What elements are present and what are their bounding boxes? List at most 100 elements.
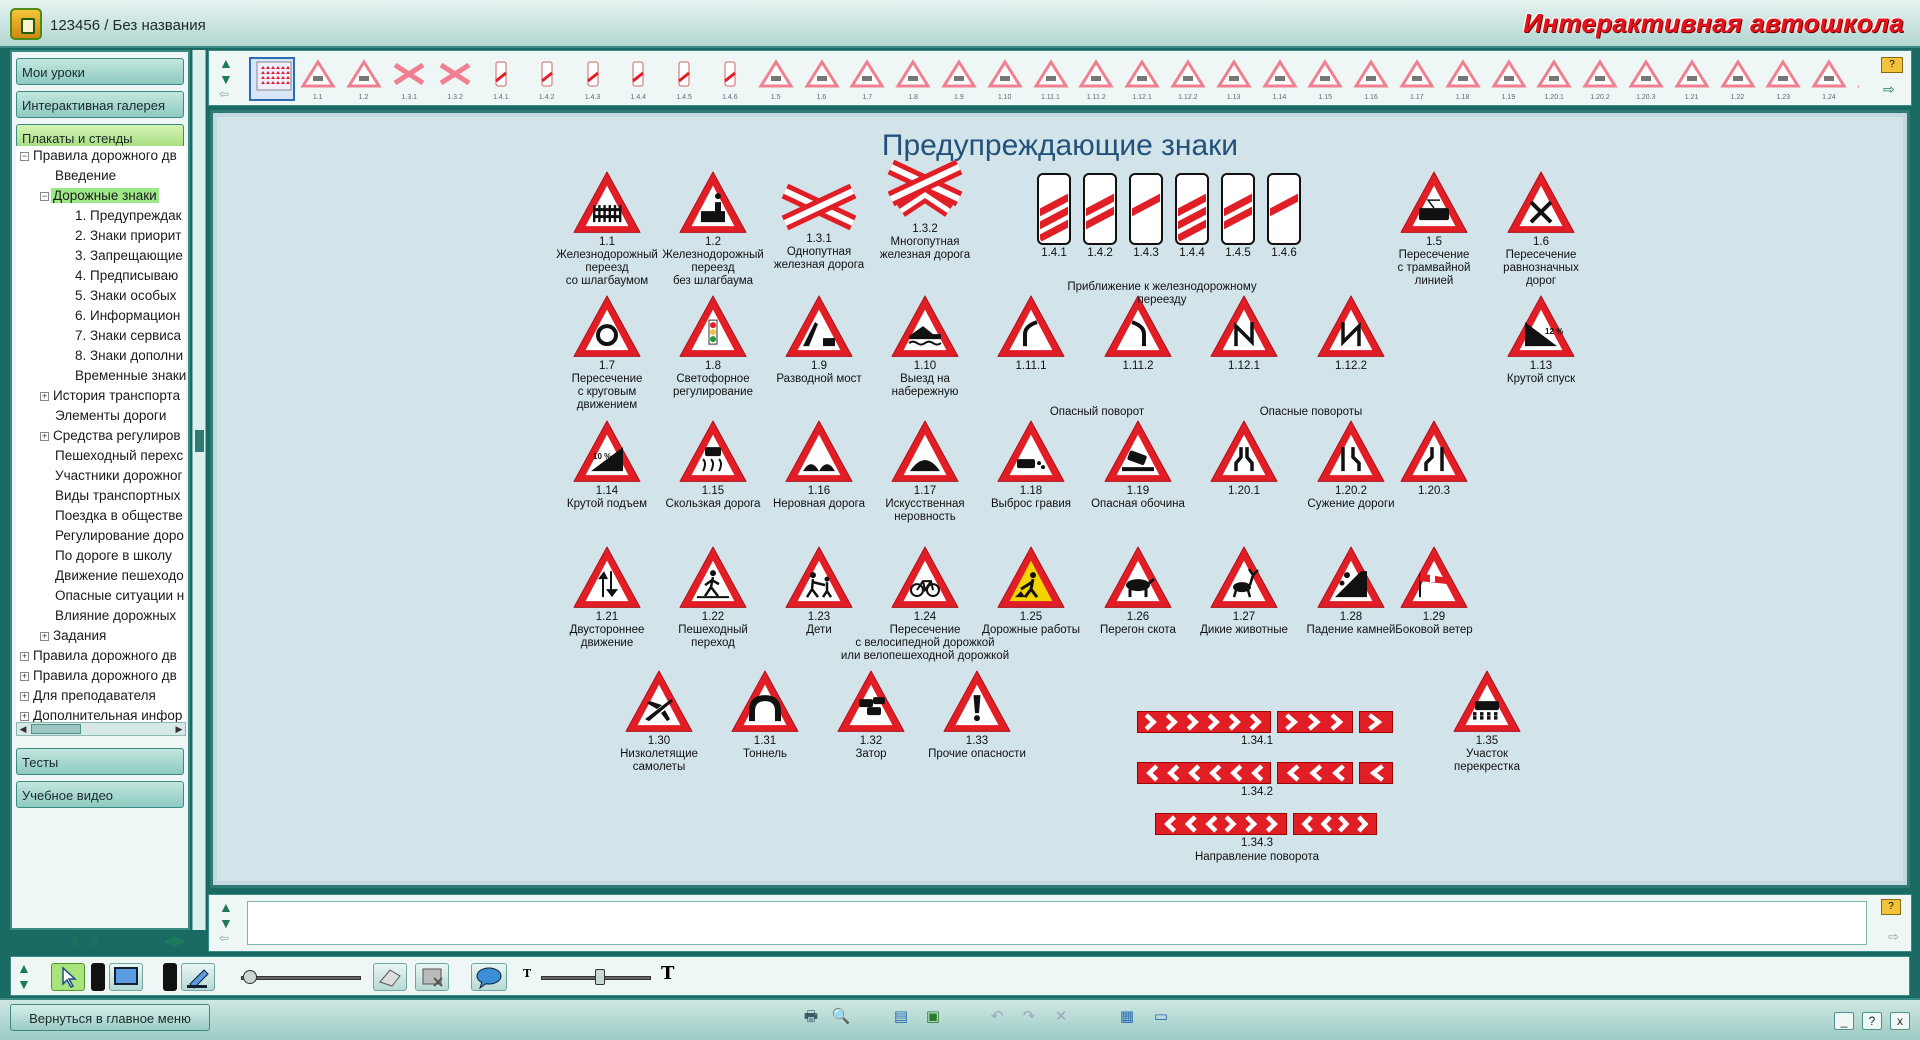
tree-item[interactable]: + Правила дорожного дв (16, 666, 186, 686)
expand-icon[interactable]: + (20, 712, 29, 721)
sidebar-button-1[interactable]: Интерактивная галерея (16, 91, 184, 118)
thumbnail[interactable]: 1.8 (890, 57, 936, 101)
help-button[interactable]: ? (1862, 1012, 1882, 1030)
tree-item[interactable]: − Правила дорожного дв (16, 146, 186, 166)
thumbnail[interactable]: 1.5 (753, 57, 799, 101)
notes-updown-icon[interactable]: ▲ ▼ (219, 899, 233, 931)
tree-item[interactable]: Регулирование доро (16, 526, 186, 546)
thumbnail[interactable]: 1.16 (1348, 57, 1394, 101)
expand-icon[interactable]: + (20, 692, 29, 701)
thumbnail[interactable]: 1.4.1 (478, 57, 524, 101)
sign-1-9[interactable]: 1.9 Разводной мост (765, 293, 873, 386)
scroll-right-icon[interactable]: ▶ (173, 723, 185, 735)
expand-icon[interactable]: + (40, 392, 49, 401)
sign-1-22[interactable]: 1.22 Пешеходный переход (659, 544, 767, 650)
tree-item[interactable]: Участники дорожног (16, 466, 186, 486)
chevron-board[interactable] (1155, 813, 1287, 840)
tree-item[interactable]: Движение пешеходо (16, 566, 186, 586)
thumbnail[interactable]: 1.20.3 (1623, 57, 1669, 101)
thumbnail[interactable]: 1.21 (1669, 57, 1715, 101)
pen-black-button[interactable] (91, 963, 105, 991)
chevron-board[interactable] (1277, 711, 1353, 738)
collapse-icon[interactable]: − (20, 152, 29, 161)
tree-item[interactable]: Влияние дорожных (16, 606, 186, 626)
sidebar-lr-icon[interactable]: ◀▶ (164, 932, 186, 949)
tree-item[interactable]: 6. Информацион (16, 306, 186, 326)
comment-tool-button[interactable] (471, 963, 507, 991)
splitter-handle-icon[interactable] (195, 430, 204, 452)
thumbnail[interactable]: 1.7 (844, 57, 890, 101)
sign-1-4-2[interactable]: 1.4.2 (1080, 173, 1120, 260)
sign-1-13[interactable]: 12 % 1.13 Крутой спуск (1487, 293, 1595, 386)
chevron-board[interactable] (1137, 711, 1271, 738)
thumbnail[interactable]: 1.3.1 (386, 57, 432, 101)
sidebar-button-0[interactable]: Мои уроки (16, 58, 184, 85)
redo-icon[interactable]: ↷ (1018, 1007, 1040, 1027)
chevron-board[interactable] (1359, 762, 1393, 789)
sign-1-2[interactable]: 1.2 Железнодорожный переезд без шлагбаума (659, 169, 767, 288)
sign-1-18[interactable]: 1.18 Выброс гравия (977, 418, 1085, 511)
tree-item[interactable]: + Правила дорожного дв (16, 646, 186, 666)
tree-item[interactable]: 1. Предупреждак (16, 206, 186, 226)
tree-item[interactable]: Поездка в обществе (16, 506, 186, 526)
tree-item[interactable]: + Для преподавателя (16, 686, 186, 706)
thumbnail[interactable]: 1.15 (1302, 57, 1348, 101)
sign-1-12-2[interactable]: 1.12.2 (1297, 293, 1405, 373)
thumbnail[interactable]: 1.18 (1440, 57, 1486, 101)
print-icon[interactable]: 🖶 (800, 1007, 822, 1027)
tree-item[interactable]: + Задания (16, 626, 186, 646)
sign-1-21[interactable]: 1.21 Двустороннее движение (553, 544, 661, 650)
thumbnail[interactable]: 1.4.4 (615, 57, 661, 101)
thumbnail[interactable]: 1.13 (1211, 57, 1257, 101)
scroll-left-icon[interactable]: ◀ (17, 723, 29, 735)
splitter[interactable] (192, 50, 206, 930)
thumbnail[interactable]: 1.4.5 (661, 57, 707, 101)
thumbnail[interactable]: 1.11.2 (1073, 57, 1119, 101)
notes-forward-icon[interactable]: ⇨ (1888, 929, 1899, 945)
thumbnail[interactable]: 1.6 (799, 57, 845, 101)
strip-updown-icon[interactable]: ▲ ▼ (219, 55, 233, 87)
delete-icon[interactable]: ✕ (1050, 1007, 1072, 1027)
marker-black-button[interactable] (163, 963, 177, 991)
thumbnail[interactable]: 1.19 (1486, 57, 1532, 101)
strip-forward-icon[interactable]: ⇨ (1883, 81, 1895, 98)
undo-icon[interactable]: ↶ (986, 1007, 1008, 1027)
strip-back-icon[interactable]: ⇦ (219, 87, 229, 101)
sign-1-32[interactable]: 1.32 Затор (817, 668, 925, 761)
tree-horizontal-scrollbar[interactable]: ◀ ▶ (16, 722, 186, 736)
sign-1-10[interactable]: 1.10 Выезд на набережную (871, 293, 979, 399)
size-slider[interactable] (241, 976, 361, 980)
sign-1-16[interactable]: 1.16 Неровная дорога (765, 418, 873, 511)
chevron-board[interactable] (1137, 762, 1271, 789)
sidebar-bottom-button-0[interactable]: Тесты (16, 748, 184, 775)
thumbnail[interactable]: 1.10 (982, 57, 1028, 101)
tree-item[interactable]: 2. Знаки приорит (16, 226, 186, 246)
notes-textarea[interactable] (247, 901, 1867, 945)
size-slider-knob[interactable] (243, 970, 257, 984)
sidebar-bottom-button-1[interactable]: Учебное видео (16, 781, 184, 808)
thumbnail[interactable]: 1.4.6 (707, 57, 753, 101)
expand-icon[interactable]: + (40, 432, 49, 441)
thumbnail[interactable]: 1.24 (1806, 57, 1852, 101)
tree-item[interactable]: + Средства регулиров (16, 426, 186, 446)
pointer-tool-button[interactable] (51, 963, 85, 991)
back-to-main-menu-button[interactable]: Вернуться в главное меню (10, 1004, 210, 1031)
tree-item[interactable]: Опасные ситуации н (16, 586, 186, 606)
thumbnail[interactable]: 1.22 (1715, 57, 1761, 101)
tree-item[interactable]: Элементы дороги (16, 406, 186, 426)
sign-1-20-1[interactable]: 1.20.1 (1190, 418, 1298, 498)
sign-1-4-5[interactable]: 1.4.5 (1218, 173, 1258, 260)
sign-1-3-2[interactable]: 1.3.2 Многопутная железная дорога (871, 159, 979, 262)
thumbnail[interactable]: 1.9 (936, 57, 982, 101)
sign-1-4-6[interactable]: 1.4.6 (1264, 173, 1304, 260)
font-size-slider-knob[interactable] (595, 969, 605, 985)
sign-1-14[interactable]: 10 % 1.14 Крутой подъем (553, 418, 661, 511)
thumbnail[interactable]: 1.25 (1852, 57, 1859, 101)
tree-item[interactable]: 5. Знаки особых (16, 286, 186, 306)
sign-1-30[interactable]: 1.30 Низколетящие самолеты (605, 668, 713, 774)
thumbnail[interactable]: 1.12.2 (1165, 57, 1211, 101)
thumbnail[interactable]: 1.3.2 (432, 57, 478, 101)
eraser-tool-button[interactable] (373, 963, 407, 991)
sign-1-27[interactable]: 1.27 Дикие животные (1190, 544, 1298, 637)
expand-icon[interactable]: + (20, 672, 29, 681)
